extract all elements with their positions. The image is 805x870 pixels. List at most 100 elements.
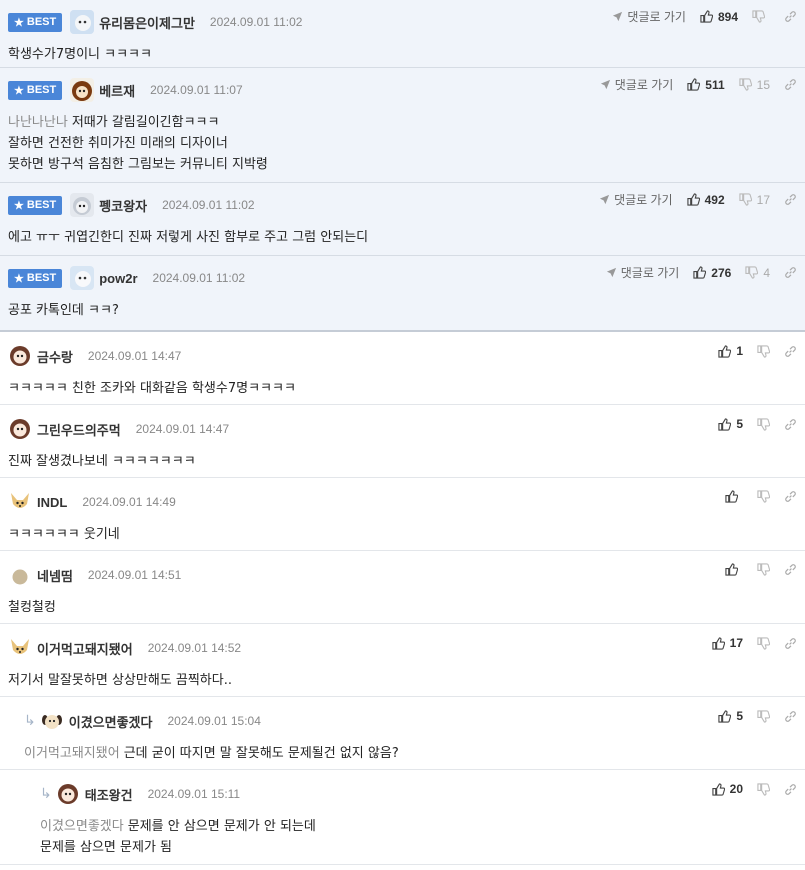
nickname[interactable]: 그린우드의주먹 — [37, 420, 121, 439]
avatar[interactable] — [70, 10, 95, 34]
thumbs-up-icon — [718, 344, 732, 358]
thumbs-up-icon — [712, 636, 725, 650]
upvote-button[interactable]: 5 — [718, 417, 743, 431]
nickname[interactable]: 금수랑 — [37, 347, 73, 366]
reply-comment: ↳ 태조왕건 2024.09.01 15:11 이겼으면좋겠다 문제를 안 삼으면… — [0, 770, 805, 865]
avatar[interactable] — [70, 78, 95, 102]
best-comment: ★ BEST pow2r 2024.09.01 11:02 공포 카톡인데 ㅋㅋ?… — [0, 256, 805, 332]
upvote-button[interactable]: 20 — [712, 782, 743, 796]
go-to-reply-button[interactable]: 댓글로 가기 — [612, 8, 686, 25]
downvote-button[interactable] — [757, 563, 770, 576]
nickname[interactable]: 베르재 — [99, 81, 135, 100]
upvote-button[interactable]: 492 — [686, 193, 725, 207]
link-button[interactable] — [784, 418, 797, 431]
send-arrow-icon — [612, 11, 623, 22]
thumbs-down-icon — [757, 709, 770, 723]
link-button[interactable] — [784, 193, 797, 206]
upvote-button[interactable]: 5 — [718, 709, 743, 723]
best-comment: ★ BEST 베르재 2024.09.01 11:07 나난나난나 저때가 갈림길이… — [0, 68, 805, 183]
comment-actions: 17 — [712, 636, 797, 650]
thumbs-down-icon — [745, 266, 759, 279]
avatar[interactable] — [70, 266, 95, 290]
best-comment: ★ BEST 펭코왕자 2024.09.01 11:02 에고 ㅠㅜ 귀엽긴한디 … — [0, 183, 805, 256]
comment-date: 2024.09.01 14:47 — [87, 349, 182, 363]
nickname[interactable]: 펭코왕자 — [99, 196, 147, 215]
link-button[interactable] — [784, 710, 797, 723]
upvote-button[interactable]: 894 — [700, 10, 738, 24]
nickname[interactable]: 네넴띰 — [37, 566, 73, 585]
link-button[interactable] — [784, 345, 797, 358]
link-button[interactable] — [784, 78, 797, 91]
comment-date: 2024.09.01 15:11 — [147, 787, 241, 801]
avatar[interactable] — [39, 709, 64, 733]
nickname[interactable]: 태조왕건 — [85, 785, 133, 804]
reply-reference[interactable]: 이겼으면좋겠다 — [40, 819, 124, 834]
comment-actions — [725, 563, 797, 576]
link-button[interactable] — [784, 490, 797, 503]
reply-reference[interactable]: 나난나난나 — [8, 115, 68, 130]
upvote-button[interactable] — [725, 490, 743, 503]
upvote-button[interactable]: 276 — [693, 266, 731, 280]
comment-actions: 5 — [718, 417, 797, 431]
best-badge: ★ BEST — [8, 12, 63, 32]
reply-reference[interactable]: 이거먹고돼지됐어 — [24, 746, 120, 761]
downvote-button[interactable]: 17 — [739, 193, 770, 207]
link-icon — [784, 490, 797, 503]
avatar[interactable] — [8, 636, 32, 660]
link-icon — [784, 266, 797, 279]
avatar[interactable] — [8, 490, 32, 514]
comment-actions — [725, 490, 797, 503]
go-to-reply-button[interactable]: 댓글로 가기 — [600, 76, 673, 93]
comment-body: 나난나난나 저때가 갈림길이긴함ㅋㅋㅋ 잘하면 건전한 취미가진 미래의 디자이너… — [8, 115, 268, 172]
comment-date: 2024.09.01 15:04 — [167, 714, 261, 728]
link-button[interactable] — [784, 637, 797, 650]
avatar[interactable] — [8, 563, 32, 587]
upvote-button[interactable]: 17 — [712, 636, 743, 650]
link-button[interactable] — [784, 783, 797, 796]
link-icon — [784, 78, 797, 91]
upvote-button[interactable]: 1 — [718, 344, 743, 358]
nickname[interactable]: INDL — [37, 495, 67, 510]
thumbs-down-icon — [757, 563, 770, 576]
nickname[interactable]: 이거먹고돼지됐어 — [37, 639, 133, 658]
downvote-button[interactable] — [757, 636, 770, 650]
link-button[interactable] — [784, 266, 797, 279]
link-button[interactable] — [784, 563, 797, 576]
avatar[interactable] — [55, 782, 80, 806]
reply-arrow-icon: ↳ — [24, 713, 36, 729]
downvote-button[interactable] — [757, 782, 770, 796]
downvote-button[interactable] — [757, 490, 770, 503]
comment-date: 2024.09.01 11:02 — [209, 15, 303, 29]
avatar[interactable] — [8, 344, 32, 368]
comment-actions: 5 — [718, 709, 797, 723]
thumbs-up-icon — [693, 266, 707, 279]
downvote-button[interactable] — [752, 10, 770, 23]
best-comment: ★ BEST 유리몸은이제그만 2024.09.01 11:02 학생수가7명이니… — [0, 0, 805, 68]
upvote-button[interactable] — [725, 563, 743, 576]
comment: 금수랑 2024.09.01 14:47 ㅋㅋㅋㅋㅋ 친한 조카와 대화같음 학… — [0, 332, 805, 405]
reply-arrow-icon: ↳ — [40, 786, 52, 802]
send-arrow-icon — [600, 79, 611, 90]
downvote-button[interactable]: 4 — [745, 266, 770, 280]
downvote-button[interactable] — [757, 709, 770, 723]
comment-date: 2024.09.01 11:02 — [162, 198, 255, 212]
avatar[interactable] — [70, 193, 95, 217]
comment-actions: 댓글로 가기 276 4 — [606, 264, 797, 281]
go-to-reply-button[interactable]: 댓글로 가기 — [606, 264, 679, 281]
nickname[interactable]: 이겼으면좋겠다 — [69, 712, 153, 731]
thumbs-down-icon — [757, 782, 770, 796]
downvote-button[interactable] — [757, 344, 770, 358]
upvote-button[interactable]: 511 — [687, 78, 725, 92]
downvote-button[interactable] — [757, 417, 770, 431]
avatar[interactable] — [8, 417, 32, 441]
nickname[interactable]: pow2r — [99, 271, 137, 286]
link-icon — [784, 193, 797, 206]
go-to-reply-button[interactable]: 댓글로 가기 — [599, 191, 673, 208]
comment-date: 2024.09.01 14:52 — [147, 641, 242, 655]
link-button[interactable] — [784, 10, 797, 23]
downvote-button[interactable]: 15 — [739, 78, 770, 92]
thumbs-up-icon — [700, 10, 713, 23]
comment-body: 공포 카톡인데 ㅋㅋ? — [8, 303, 119, 318]
nickname[interactable]: 유리몸은이제그만 — [99, 13, 195, 32]
comment-actions: 댓글로 가기 492 17 — [599, 191, 797, 208]
